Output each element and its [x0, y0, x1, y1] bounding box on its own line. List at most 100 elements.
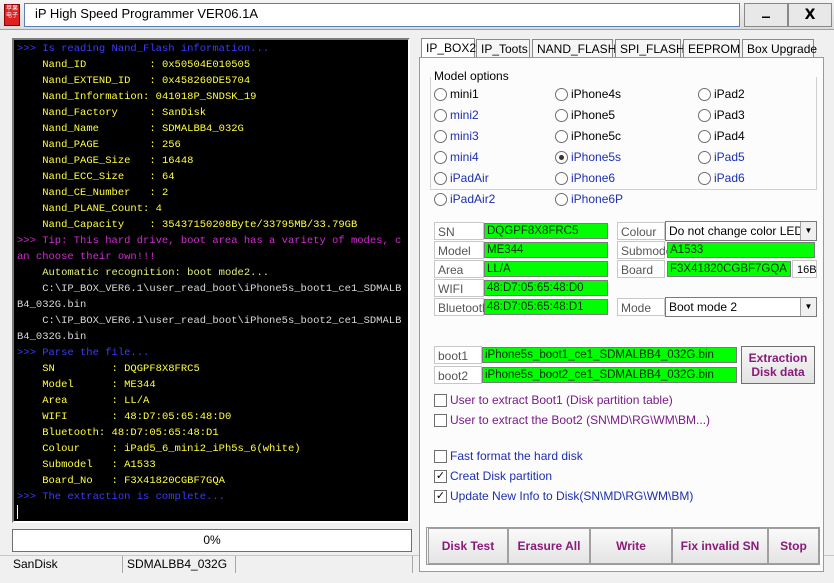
fix-invalid-sn-button[interactable]: Fix invalid SN [672, 528, 768, 564]
radio-button[interactable] [434, 172, 447, 185]
console-line: >>> The extraction is complete... [17, 491, 225, 503]
stop-button[interactable]: Stop [768, 528, 819, 564]
log-console[interactable]: >>> Is reading Nand_Flash information...… [12, 38, 410, 523]
disk-test-button[interactable]: Disk Test [428, 528, 508, 564]
mode-label: Mode [617, 298, 665, 316]
chevron-down-icon[interactable]: ▼ [800, 222, 816, 240]
console-line: Nand_Information: 041018P_SNDSK_19 [17, 91, 257, 103]
tab-nand-flash[interactable]: NAND_FLASH [532, 39, 616, 58]
mode-select-value: Boot mode 2 [669, 300, 738, 314]
extraction-button-line2: Disk data [751, 365, 805, 379]
console-line: C:\IP_BOX_VER6.1\user_read_boot\iPhone5s… [17, 315, 402, 343]
checkbox-box[interactable] [434, 394, 447, 407]
radio-button[interactable] [555, 130, 568, 143]
app-logo-icon: 苹果电子 [4, 4, 20, 26]
sn-label: SN [434, 222, 484, 240]
update-info-label: Update New Info to Disk(SN\MD\RG\WM\BM) [450, 489, 694, 503]
radio-label: iPhone6P [571, 192, 624, 206]
radio-button[interactable] [698, 88, 711, 101]
colour-select-value: Do not change color LED [669, 224, 804, 238]
radio-button[interactable] [555, 172, 568, 185]
radio-button[interactable] [698, 172, 711, 185]
close-button[interactable]: X [788, 3, 832, 27]
status-empty [237, 556, 413, 573]
radio-label: iPhone6 [571, 171, 616, 185]
radio-label: mini3 [450, 129, 479, 143]
radio-button[interactable] [434, 193, 447, 206]
boot1-field[interactable]: iPhone5s_boot1_ce1_SDMALBB4_032G.bin [482, 347, 737, 363]
radio-button[interactable] [555, 88, 568, 101]
radio-button[interactable] [698, 130, 711, 143]
radio-button[interactable] [434, 88, 447, 101]
console-line: Nand_Capacity : 35437150208Byte/33795MB/… [17, 219, 358, 231]
console-line: Board_No : F3X41820CGBF7GQA [17, 475, 225, 487]
checkmark-icon[interactable]: ✓ [434, 470, 447, 483]
model-label: Model [434, 241, 484, 259]
wifi-field[interactable]: 48:D7:05:65:48:D0 [484, 280, 608, 296]
radio-label: mini4 [450, 150, 479, 164]
console-line: Nand_PAGE_Size : 16448 [17, 155, 194, 167]
radio-button[interactable] [555, 193, 568, 206]
radio-label: iPhone5c [571, 129, 622, 143]
console-line: Automatic recognition: boot mode2... [17, 267, 270, 279]
radio-button[interactable] [698, 151, 711, 164]
extraction-button-line1: Extraction [748, 351, 808, 365]
checkmark-icon[interactable]: ✓ [434, 490, 447, 503]
radio-label: iPhone5s [571, 150, 622, 164]
radio-label: iPhone5 [571, 108, 616, 122]
board-length: 16B [792, 260, 817, 278]
radio-label: iPad5 [714, 150, 745, 164]
console-line: Nand_PAGE : 256 [17, 139, 181, 151]
sn-field[interactable]: DQGPF8X8FRC5 [484, 223, 608, 239]
tab-ip-toots[interactable]: IP_Toots [476, 39, 530, 58]
area-field[interactable]: LL/A [484, 261, 608, 277]
radio-label: iPhone4s [571, 87, 622, 101]
radio-button[interactable] [434, 109, 447, 122]
tab-ip-box2[interactable]: IP_BOX2 [421, 38, 476, 58]
console-line: >>> Tip: This hard drive, boot area has … [17, 235, 402, 263]
radio-button[interactable] [434, 151, 447, 164]
boot1-label: boot1 [434, 346, 482, 364]
submodel-field[interactable]: A1533 [667, 242, 815, 258]
console-line: Nand_ECC_Size : 64 [17, 171, 175, 183]
radio-button[interactable] [698, 109, 711, 122]
minimize-button[interactable]: _ [744, 1, 788, 27]
create-partition-label: Creat Disk partition [450, 469, 553, 483]
tab-spi-flash[interactable]: SPI_FLASH [615, 39, 685, 58]
checkbox-box[interactable] [434, 450, 447, 463]
area-label: Area [434, 260, 484, 278]
bluetooth-field[interactable]: 48:D7:05:65:48:D1 [484, 299, 608, 315]
model-options-label: Model options [434, 69, 509, 83]
extract-boot2-label: User to extract the Boot2 (SN\MD\RG\WM\B… [450, 413, 711, 427]
write-button[interactable]: Write [590, 528, 672, 564]
console-line: >>> Parse the file... [17, 347, 150, 359]
console-line: >>> Is reading Nand_Flash information... [17, 43, 270, 55]
boot2-field[interactable]: iPhone5s_boot2_ce1_SDMALBB4_032G.bin [482, 367, 737, 383]
console-line: SN : DQGPF8X8FRC5 [17, 363, 200, 375]
status-nand-name: SDMALBB4_032G [124, 556, 236, 573]
radio-button[interactable] [434, 130, 447, 143]
radio-label: iPad6 [714, 171, 745, 185]
checkbox-box[interactable] [434, 414, 447, 427]
console-line: Nand_ID : 0x50504E010505 [17, 59, 251, 71]
console-line: Bluetooth: 48:D7:05:65:48:D1 [17, 427, 219, 439]
tab-box-upgrade[interactable]: Box Upgrade [742, 39, 817, 58]
erasure-all-button[interactable]: Erasure All [508, 528, 590, 564]
mode-select[interactable]: Boot mode 2 ▼ [665, 297, 817, 317]
console-line: Submodel : A1533 [17, 459, 156, 471]
progress-bar: 0% [12, 529, 412, 552]
chevron-down-icon[interactable]: ▼ [800, 298, 816, 316]
radio-button[interactable] [555, 151, 568, 164]
submodel-label: Submodel [617, 241, 675, 259]
colour-select[interactable]: Do not change color LED ▼ [665, 221, 817, 241]
progress-label: 0% [203, 533, 221, 547]
extraction-disk-data-button[interactable]: Extraction Disk data [741, 346, 815, 384]
tab-eeprom[interactable]: EEPROM [683, 39, 740, 58]
console-line: Model : ME344 [17, 379, 156, 391]
radio-button[interactable] [555, 109, 568, 122]
model-field[interactable]: ME344 [484, 242, 608, 258]
board-field[interactable]: F3X41820CGBF7GQA [667, 261, 791, 277]
console-line: WIFI : 48:D7:05:65:48:D0 [17, 411, 232, 423]
board-label: Board [617, 260, 665, 278]
boot2-label: boot2 [434, 366, 482, 384]
